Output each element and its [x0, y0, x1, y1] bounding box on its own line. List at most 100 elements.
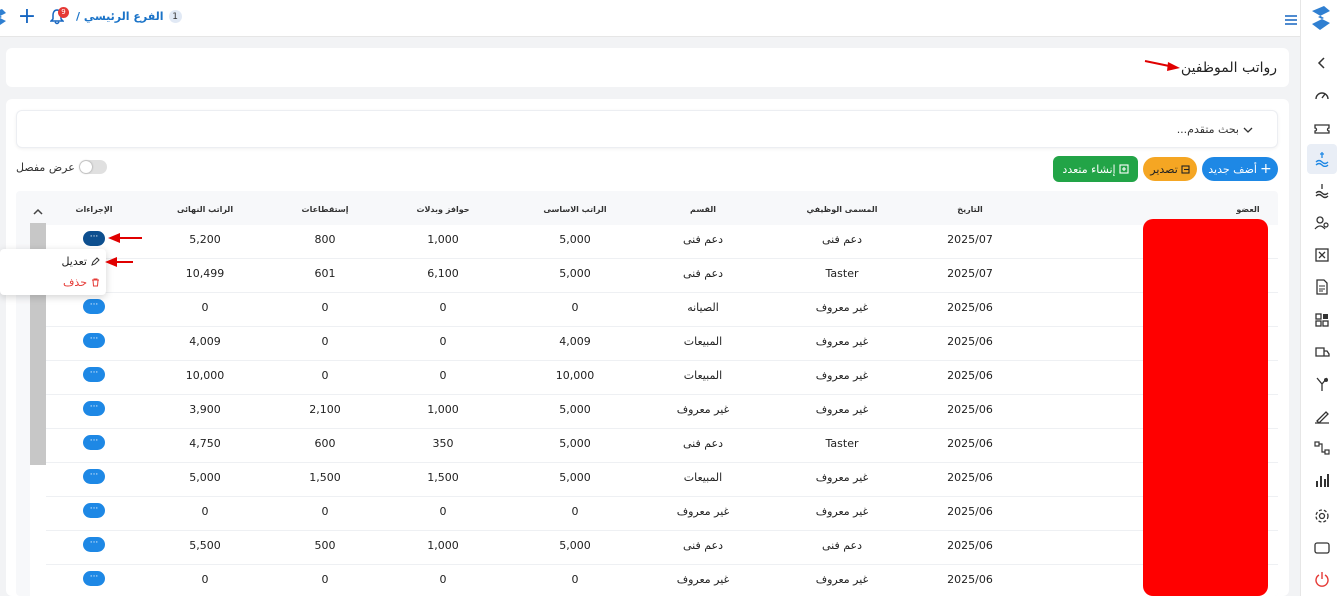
table-row[interactable]: 2025/06 غير معروف غير معروف 5,000 1,000 2,100… — [46, 395, 1278, 429]
cell-allowances: 6,100 — [427, 267, 459, 280]
cell-department: دعم فنى — [682, 233, 724, 246]
power-icon[interactable] — [1314, 571, 1330, 587]
advanced-search-panel[interactable]: بحث متقدم... — [16, 110, 1278, 148]
gear-icon[interactable] — [1314, 508, 1330, 524]
apps-icon[interactable] — [1314, 312, 1330, 328]
document-icon[interactable] — [1314, 279, 1330, 295]
row-actions-button[interactable]: ··· — [83, 333, 105, 348]
detailed-view-toggle[interactable] — [78, 160, 107, 174]
table-row[interactable]: 2025/06 غير معروف غير معروف 0 0 0 0 ··· — [46, 565, 1278, 596]
window-icon[interactable] — [1314, 540, 1330, 556]
cell-allowances: 0 — [439, 335, 447, 348]
cell-allowances: 0 — [439, 301, 447, 314]
money-hand-icon[interactable] — [1314, 183, 1330, 199]
table-row[interactable]: 2025/07 Taster دعم فنى 5,000 6,100 601 10,499 — [46, 259, 1278, 293]
member-column-redaction — [1143, 219, 1268, 596]
row-actions-button[interactable]: ··· — [83, 503, 105, 518]
header-department: القسم — [690, 205, 716, 214]
cell-date: 2025/06 — [947, 539, 993, 552]
multi-create-label: إنشاء متعدد — [1062, 162, 1116, 176]
cell-date: 2025/06 — [947, 403, 993, 416]
table-row[interactable]: 2025/06 غير معروف المبيعات 4,009 0 0 4,009 ··· — [46, 327, 1278, 361]
row-actions-button[interactable]: ··· — [83, 469, 105, 484]
quick-add-button[interactable]: + — [17, 6, 37, 28]
row-actions-button[interactable]: ··· — [83, 435, 105, 450]
row-actions-button[interactable]: ··· — [83, 231, 105, 246]
cell-date: 2025/06 — [947, 505, 993, 518]
detailed-view-toggle-group: عرض مفصل — [16, 160, 107, 174]
export-button[interactable]: تصدير — [1143, 157, 1197, 181]
cell-base-salary: 5,000 — [559, 539, 591, 552]
cell-department: المبيعات — [683, 369, 723, 382]
header-base-salary: الراتب الاساسى — [543, 205, 607, 214]
cell-job-title: غير معروف — [815, 369, 869, 382]
cell-job-title: غير معروف — [815, 335, 869, 348]
table-row[interactable]: 2025/06 غير معروف المبيعات 5,000 1,500 1,500 5… — [46, 463, 1278, 497]
edit-label: تعديل — [61, 255, 87, 268]
report-icon[interactable] — [1314, 472, 1330, 488]
header-final-salary: الراتب النهائى — [176, 205, 234, 214]
app-logo-partial-icon — [0, 9, 6, 25]
toggle-knob — [79, 161, 92, 173]
breadcrumb[interactable]: 1 الفرع الرئيسي / — [76, 10, 182, 23]
cell-base-salary: 0 — [571, 301, 579, 314]
advanced-search-toggle[interactable]: بحث متقدم... — [1177, 123, 1253, 136]
cell-deductions: 0 — [321, 301, 329, 314]
cell-job-title: غير معروف — [815, 471, 869, 484]
row-actions-button[interactable]: ··· — [83, 401, 105, 416]
trash-icon — [92, 278, 99, 287]
truck-icon[interactable] — [1314, 344, 1330, 360]
users-icon[interactable] — [1314, 215, 1330, 231]
cell-deductions: 0 — [321, 573, 329, 586]
cell-job-title: دعم فنى — [821, 233, 863, 246]
cell-date: 2025/06 — [947, 573, 993, 586]
delete-menu-item[interactable]: حذف — [63, 276, 100, 289]
notification-count-badge: 9 — [58, 7, 69, 18]
row-actions-dropdown: تعديل حذف — [0, 249, 106, 295]
app-logo-icon[interactable] — [1310, 6, 1332, 30]
row-actions-button[interactable]: ··· — [83, 571, 105, 586]
workflow-icon[interactable] — [1314, 440, 1330, 456]
row-actions-button[interactable]: ··· — [83, 299, 105, 314]
annotation-arrow-edit — [105, 257, 133, 267]
pencil-icon — [91, 257, 100, 266]
chevron-left-icon[interactable] — [1314, 55, 1330, 71]
table-row[interactable]: 2025/06 غير معروف غير معروف 0 0 0 0 ··· — [46, 497, 1278, 531]
cell-final-salary: 4,009 — [189, 335, 221, 348]
cell-job-title: غير معروف — [815, 301, 869, 314]
signature-icon[interactable] — [1314, 408, 1330, 424]
table-row[interactable]: 2025/06 غير معروف الصيانه 0 0 0 0 ··· — [46, 293, 1278, 327]
table-row[interactable]: 2025/06 غير معروف المبيعات 10,000 0 0 10,000 ··… — [46, 361, 1278, 395]
cell-job-title: Taster — [825, 437, 859, 450]
row-actions-button[interactable]: ··· — [83, 367, 105, 382]
scroll-up-icon[interactable] — [33, 207, 43, 218]
hamburger-menu-icon[interactable] — [1285, 11, 1297, 25]
top-bar — [0, 0, 1300, 37]
excel-icon[interactable] — [1314, 247, 1330, 263]
multi-create-button[interactable]: إنشاء متعدد — [1053, 156, 1138, 182]
export-label: تصدير — [1150, 162, 1178, 176]
add-new-button[interactable]: + أضف جديد — [1202, 157, 1278, 181]
table-row[interactable]: 2025/07 دعم فنى دعم فنى 5,000 1,000 800 5,200 ·… — [46, 225, 1278, 259]
edit-menu-item[interactable]: تعديل — [61, 255, 100, 268]
add-new-label: أضف جديد — [1208, 162, 1257, 176]
cell-deductions: 500 — [314, 539, 336, 552]
cell-department: غير معروف — [676, 403, 730, 416]
cell-allowances: 0 — [439, 369, 447, 382]
cell-date: 2025/06 — [947, 335, 993, 348]
tools-icon[interactable] — [1314, 376, 1330, 392]
salary-icon[interactable] — [1314, 151, 1330, 168]
row-actions-button[interactable]: ··· — [83, 537, 105, 552]
ticket-icon[interactable] — [1314, 121, 1330, 137]
cell-base-salary: 0 — [571, 505, 579, 518]
detailed-view-label: عرض مفصل — [16, 160, 75, 174]
page-title-card: رواتب الموظفين — [6, 48, 1289, 87]
branch-label[interactable]: الفرع الرئيسي / — [76, 10, 164, 23]
cell-final-salary: 4,750 — [189, 437, 221, 450]
cell-allowances: 1,000 — [427, 539, 459, 552]
cell-deductions: 800 — [314, 233, 336, 246]
header-actions: الإجراءات — [75, 205, 113, 214]
table-row[interactable]: 2025/06 Taster دعم فنى 5,000 350 600 4,750 ··· — [46, 429, 1278, 463]
table-row[interactable]: 2025/06 دعم فنى دعم فنى 5,000 1,000 500 5,500 ·… — [46, 531, 1278, 565]
dashboard-icon[interactable] — [1314, 88, 1330, 104]
